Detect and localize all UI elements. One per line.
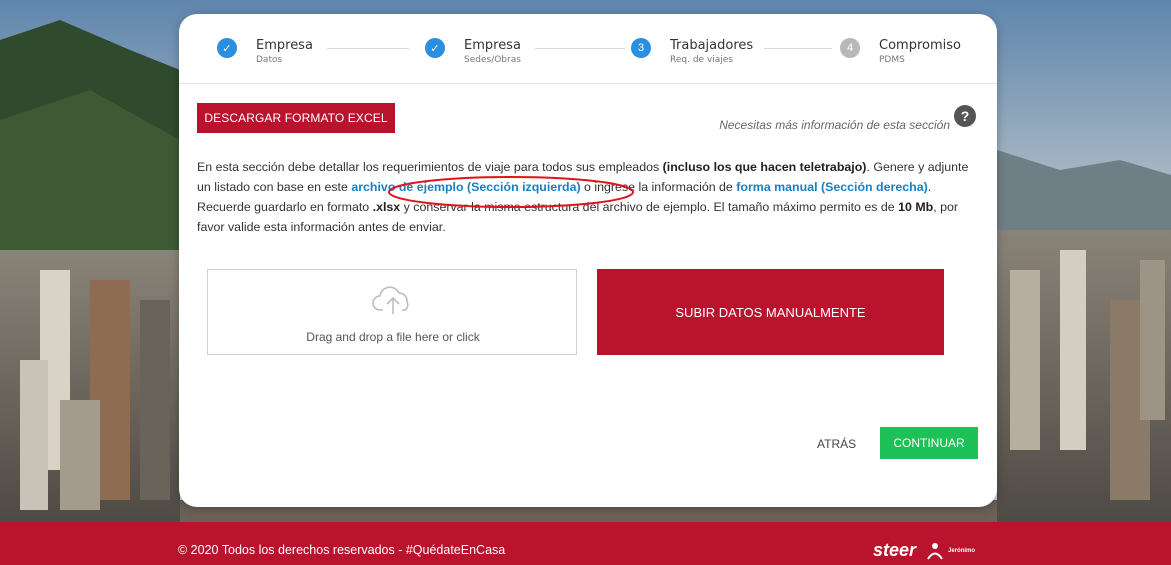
upload-manual-button[interactable]: SUBIR DATOS MANUALMENTE	[597, 269, 944, 355]
step-subtitle: Req. de viajes	[670, 55, 733, 65]
step-subtitle: Datos	[256, 55, 283, 65]
cloud-upload-icon	[372, 286, 409, 314]
continue-button[interactable]: CONTINUAR	[880, 427, 978, 459]
step-connector	[535, 48, 625, 49]
instructions-text: En esta sección debe detallar los requer…	[197, 157, 981, 237]
footer: © 2020 Todos los derechos reservados - #…	[0, 522, 1171, 565]
help-question-icon[interactable]: ?	[954, 105, 976, 127]
download-excel-button[interactable]: DESCARGAR FORMATO EXCEL	[197, 103, 395, 133]
step-subtitle: PDMS	[879, 55, 905, 65]
steer-logo: steer Jerónimo	[873, 540, 975, 561]
step-number-badge: 4	[840, 38, 860, 58]
step-title: Compromiso	[879, 38, 961, 53]
file-dropzone[interactable]: Drag and drop a file here or click	[207, 269, 577, 355]
step-number-badge: 3	[631, 38, 651, 58]
desc-bold: 10 Mb	[898, 200, 934, 214]
figure-logo-icon	[927, 542, 943, 560]
form-card: ✓ Empresa Datos ✓ Empresa Sedes/Obras 3 …	[179, 14, 997, 507]
check-icon: ✓	[217, 38, 237, 58]
step-title: Empresa	[464, 38, 521, 53]
help-text: Necesitas más información de esta secció…	[719, 118, 950, 132]
desc-text: o ingrese la información de	[580, 180, 737, 194]
desc-text: y conservar la misma estructura del arch…	[400, 200, 899, 214]
step-connector	[327, 48, 409, 49]
progress-stepper: ✓ Empresa Datos ✓ Empresa Sedes/Obras 3 …	[179, 14, 997, 84]
back-button[interactable]: ATRÁS	[817, 434, 856, 454]
logo-text: steer	[873, 540, 917, 560]
step-subtitle: Sedes/Obras	[464, 55, 521, 65]
step-connector	[764, 48, 832, 49]
check-icon: ✓	[425, 38, 445, 58]
footer-copyright: © 2020 Todos los derechos reservados - #…	[178, 543, 506, 557]
dropzone-label: Drag and drop a file here or click	[306, 330, 480, 344]
manual-form-link[interactable]: forma manual (Sección derecha)	[736, 180, 927, 194]
step-title: Trabajadores	[670, 38, 754, 53]
desc-text: En esta sección debe detallar los requer…	[197, 160, 663, 174]
desc-bold: (incluso los que hacen teletrabajo)	[662, 160, 867, 174]
example-file-link[interactable]: archivo de ejemplo (Sección izquierda)	[351, 180, 580, 194]
step-title: Empresa	[256, 38, 313, 53]
desc-bold: .xlsx	[372, 200, 401, 214]
logo-subtext: Jerónimo	[948, 547, 976, 554]
